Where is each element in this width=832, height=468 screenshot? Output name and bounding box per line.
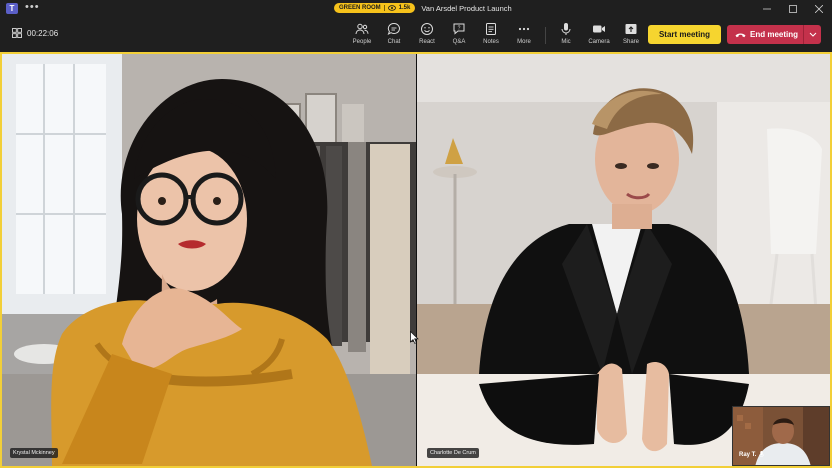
pip-name-tag: Ray T. [739, 451, 765, 458]
mouse-cursor-icon [410, 331, 419, 344]
eye-icon [387, 5, 396, 11]
end-meeting-main[interactable]: End meeting [727, 25, 803, 44]
participant-video [2, 54, 416, 466]
toolbar-divider [545, 27, 546, 44]
share-label: Share [622, 39, 639, 45]
people-button[interactable]: People [346, 21, 378, 49]
qna-button[interactable]: ? Q&A [443, 21, 475, 49]
participant-name-tag: Krystal Mckinney [10, 448, 58, 458]
minimize-icon [763, 8, 771, 9]
participant-name-tag: Charlotte De Crum [427, 448, 479, 458]
notes-label: Notes [483, 39, 499, 45]
notes-button[interactable]: Notes [475, 21, 507, 49]
self-view-tile[interactable]: Ray T. [732, 406, 830, 466]
meeting-toolbar: 00:22:06 People Chat React ? Q&A Notes M… [0, 17, 832, 52]
teams-icon: T [6, 3, 18, 14]
video-tile-krystal[interactable]: Krystal Mckinney [2, 54, 416, 466]
maximize-icon [789, 4, 797, 13]
chat-button[interactable]: Chat [378, 21, 410, 49]
green-room-label: GREEN ROOM [339, 5, 381, 11]
mic-icon [759, 451, 765, 457]
close-button[interactable] [806, 0, 832, 17]
chat-label: Chat [387, 39, 401, 45]
window-controls [754, 0, 832, 17]
green-room-badge: GREEN ROOM 1.5k [334, 3, 416, 13]
end-options-button[interactable] [804, 25, 821, 44]
pip-participant-name: Ray T. [739, 451, 757, 458]
end-meeting-button[interactable]: End meeting [727, 25, 821, 44]
camera-button[interactable]: Camera [583, 21, 615, 49]
more-label: More [517, 39, 531, 45]
people-icon [355, 23, 369, 35]
more-button[interactable]: More [508, 21, 540, 49]
meeting-timer: 00:22:06 [27, 29, 59, 38]
mic-button[interactable]: Mic [550, 21, 582, 49]
react-icon [421, 23, 433, 35]
badge-divider [383, 5, 385, 11]
end-meeting-label: End meeting [750, 30, 799, 39]
video-tile-charlotte[interactable]: Charlotte De Crum [417, 54, 830, 466]
people-label: People [352, 39, 372, 45]
qna-label: Q&A [452, 39, 466, 45]
attendee-count: 1.5k [398, 5, 411, 11]
qna-icon: ? [453, 23, 465, 35]
meeting-title: Van Arsdel Product Launch [421, 3, 512, 13]
share-button[interactable]: Share [615, 21, 647, 49]
chat-icon [387, 22, 400, 36]
camera-icon [593, 25, 605, 33]
layout-grid-icon[interactable] [12, 28, 22, 38]
react-button[interactable]: React [411, 21, 443, 49]
svg-text:?: ? [458, 26, 461, 32]
maximize-button[interactable] [780, 0, 806, 17]
mic-label: Mic [561, 39, 571, 45]
react-label: React [419, 39, 435, 45]
mic-icon [561, 23, 571, 35]
more-options-button[interactable]: ••• [25, 1, 40, 13]
share-icon [625, 24, 637, 34]
minimize-button[interactable] [754, 0, 780, 17]
close-icon [815, 4, 823, 13]
notes-icon [486, 23, 496, 35]
title-bar: T ••• GREEN ROOM 1.5k Van Arsdel Product… [0, 0, 832, 17]
more-icon [518, 27, 530, 31]
meeting-header: GREEN ROOM 1.5k Van Arsdel Product Launc… [334, 3, 512, 13]
camera-label: Camera [588, 39, 610, 45]
participant-video [417, 54, 830, 466]
video-stage: Krystal Mckinney Charlotte De Crum Ray T… [0, 52, 832, 468]
chevron-down-icon [809, 32, 816, 37]
start-meeting-button[interactable]: Start meeting [648, 25, 721, 44]
hang-up-icon [735, 32, 746, 37]
